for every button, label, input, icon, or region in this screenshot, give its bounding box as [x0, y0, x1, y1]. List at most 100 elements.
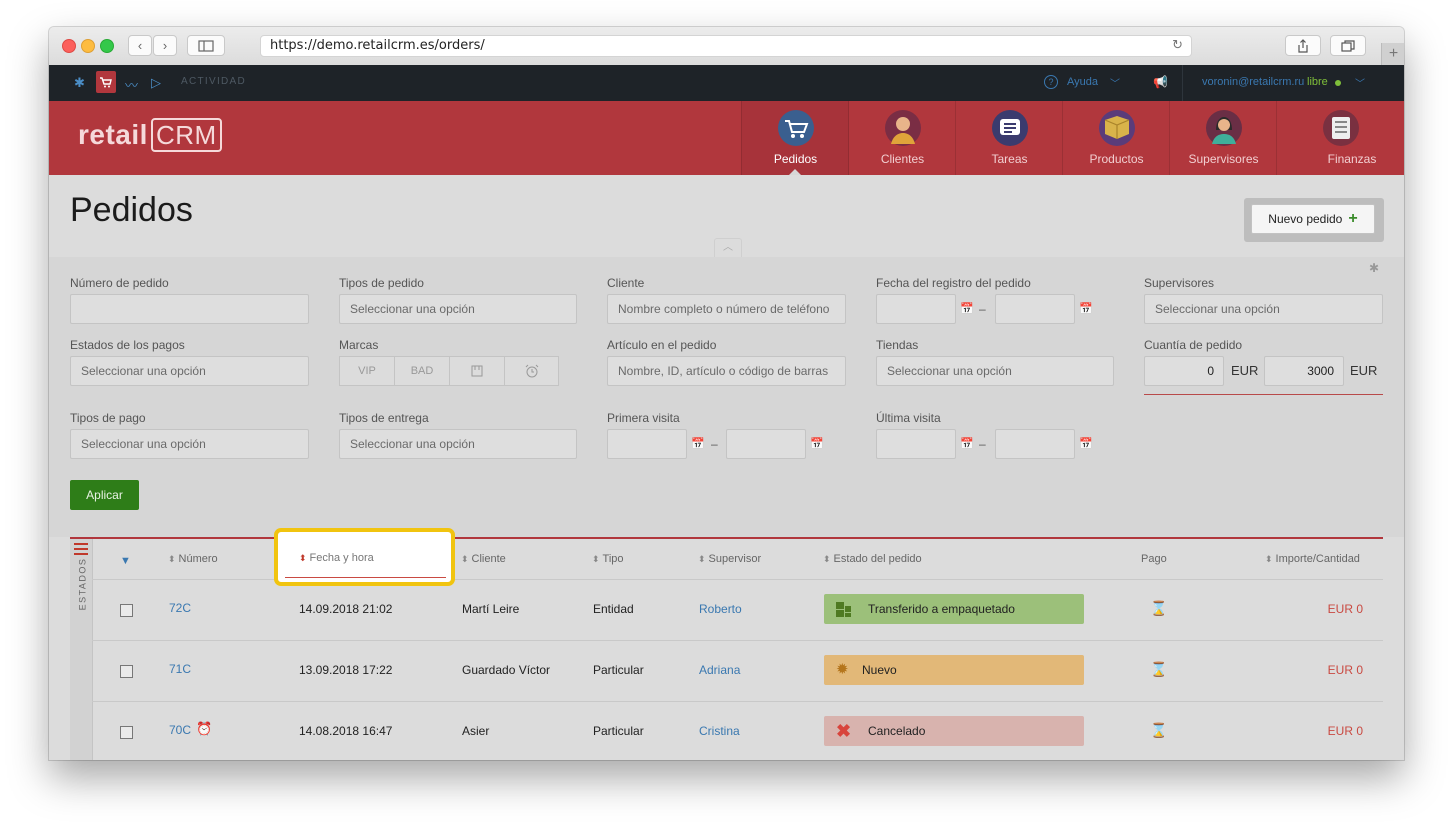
last-visit-from-input[interactable]: [876, 429, 956, 459]
date-range-dash: –: [979, 437, 986, 451]
status-badge[interactable]: ✖ Cancelado: [824, 716, 1084, 746]
reload-icon[interactable]: ↻: [1172, 36, 1183, 56]
payment-types-select[interactable]: Seleccionar una opción: [70, 429, 309, 459]
row-checkbox[interactable]: [120, 726, 133, 739]
table-row[interactable]: 71C 13.09.2018 17:22 Guardado Víctor Par…: [92, 640, 1383, 701]
order-number-link[interactable]: 71C: [169, 662, 191, 676]
forward-button[interactable]: ›: [153, 35, 177, 56]
settings-gear-icon[interactable]: ✱: [74, 75, 85, 91]
row-checkbox[interactable]: [120, 604, 133, 617]
col-payment[interactable]: Pago: [1141, 553, 1167, 565]
brand-book-toggle[interactable]: [449, 356, 505, 386]
nav-supervisores[interactable]: Supervisores: [1169, 101, 1277, 175]
order-amount: EUR 0: [1327, 663, 1363, 677]
estados-sidebar[interactable]: ESTADOS: [70, 539, 93, 760]
sidebar-toggle-button[interactable]: [187, 35, 225, 56]
order-supervisor[interactable]: Roberto: [699, 602, 742, 616]
nav-productos[interactable]: Productos: [1062, 101, 1170, 175]
order-number-link[interactable]: 70C: [169, 723, 191, 737]
last-visit-to-input[interactable]: [995, 429, 1075, 459]
apply-button[interactable]: Aplicar: [70, 480, 139, 510]
activity-label[interactable]: ACTIVIDAD: [181, 76, 246, 87]
highlighted-datetime-column-header[interactable]: ⬍ Fecha y hora: [274, 528, 455, 586]
analytics-chart-icon[interactable]: 〰: [125, 75, 138, 94]
retailcrm-logo[interactable]: retail CRM: [78, 118, 222, 152]
calendar-icon[interactable]: 📅: [810, 437, 824, 450]
calendar-icon[interactable]: 📅: [960, 437, 974, 450]
client-input[interactable]: Nombre completo o número de teléfono: [607, 294, 846, 324]
first-visit-to-input[interactable]: [726, 429, 806, 459]
brand-bad-toggle[interactable]: BAD: [394, 356, 450, 386]
orders-cart-tab[interactable]: [96, 71, 116, 93]
col-datetime[interactable]: ⬍ Fecha y hora: [299, 552, 374, 564]
payment-status-select[interactable]: Seleccionar una opción: [70, 356, 309, 386]
user-chevron-down-icon[interactable]: ﹀: [1355, 75, 1365, 90]
help-chevron-down-icon[interactable]: ﹀: [1110, 75, 1120, 90]
item-input[interactable]: Nombre, ID, artículo o código de barras: [607, 356, 846, 386]
announcements-megaphone-icon[interactable]: 📢: [1153, 75, 1168, 89]
amount-from-input[interactable]: 0: [1144, 356, 1224, 386]
nav-finanzas[interactable]: Finanzas: [1276, 101, 1404, 175]
activity-play-icon[interactable]: ▷: [151, 75, 161, 91]
status-badge[interactable]: Transferido a empaquetado: [824, 594, 1084, 624]
address-bar[interactable]: https://demo.retailcrm.es/orders/ ↻: [260, 35, 1192, 57]
order-number-link[interactable]: 72C: [169, 601, 191, 615]
status-text: Transferido a empaquetado: [868, 602, 1015, 616]
new-order-button[interactable]: Nuevo pedido +: [1251, 204, 1375, 234]
reg-date-to-input[interactable]: [995, 294, 1075, 324]
brand-vip-toggle[interactable]: VIP: [339, 356, 395, 386]
col-number[interactable]: ⬍ Número: [168, 553, 218, 565]
order-client[interactable]: Martí Leire: [462, 602, 519, 616]
hamburger-menu-icon[interactable]: [74, 543, 88, 558]
supervisors-select[interactable]: Seleccionar una opción: [1144, 294, 1383, 324]
order-supervisor[interactable]: Cristina: [699, 724, 740, 738]
table-row[interactable]: 72C 14.09.2018 21:02 Martí Leire Entidad…: [92, 579, 1383, 640]
calendar-icon[interactable]: 📅: [1079, 437, 1093, 450]
nav-tareas[interactable]: Tareas: [955, 101, 1063, 175]
brand-alarm-toggle[interactable]: [504, 356, 559, 386]
calendar-icon[interactable]: 📅: [1079, 302, 1093, 315]
order-number-label: Número de pedido: [70, 276, 169, 290]
col-status[interactable]: ⬍ Estado del pedido: [823, 553, 922, 565]
table-row[interactable]: 70C ⏰ 14.08.2018 16:47 Asier Particular …: [92, 701, 1383, 760]
collapse-filters-chevron-up-icon[interactable]: ︿: [714, 238, 742, 257]
back-button[interactable]: ‹: [128, 35, 152, 56]
col-amount[interactable]: ⬍ Importe/Cantidad: [1265, 553, 1360, 565]
nav-clientes[interactable]: Clientes: [848, 101, 956, 175]
first-visit-from-input[interactable]: [607, 429, 687, 459]
select-all-chevron-down-icon[interactable]: ▼: [120, 555, 131, 567]
help-icon[interactable]: ?: [1044, 75, 1058, 89]
share-button[interactable]: [1285, 35, 1321, 56]
delivery-types-select[interactable]: Seleccionar una opción: [339, 429, 577, 459]
calendar-icon[interactable]: 📅: [960, 302, 974, 315]
minimize-window-button[interactable]: [81, 39, 95, 53]
cart-icon: [777, 110, 814, 146]
order-types-select[interactable]: Seleccionar una opción: [339, 294, 577, 324]
filter-settings-gear-icon[interactable]: ✱: [1369, 261, 1379, 275]
col-supervisor[interactable]: ⬍ Supervisor: [698, 553, 761, 565]
col-type[interactable]: ⬍ Tipo: [592, 553, 624, 565]
status-badge[interactable]: ✹ Nuevo: [824, 655, 1084, 685]
payment-pending-hourglass-icon: ⌛: [1150, 600, 1168, 616]
nav-label: Supervisores: [1188, 152, 1259, 166]
reg-date-from-input[interactable]: [876, 294, 956, 324]
amount-to-input[interactable]: 3000: [1264, 356, 1344, 386]
order-number-input[interactable]: [70, 294, 309, 324]
tabs-overview-button[interactable]: [1330, 35, 1366, 56]
zoom-window-button[interactable]: [100, 39, 114, 53]
help-link[interactable]: Ayuda: [1067, 76, 1098, 88]
stores-select[interactable]: Seleccionar una opción: [876, 356, 1114, 386]
order-client[interactable]: Asier: [462, 724, 489, 738]
col-client[interactable]: ⬍ Cliente: [461, 553, 506, 565]
order-client[interactable]: Guardado Víctor: [462, 663, 550, 677]
calendar-icon[interactable]: 📅: [691, 437, 705, 450]
order-supervisor[interactable]: Adriana: [699, 663, 740, 677]
close-window-button[interactable]: [62, 39, 76, 53]
reminder-alarm-icon[interactable]: ⏰: [196, 721, 212, 737]
new-tab-button[interactable]: +: [1381, 43, 1404, 65]
nav-pedidos[interactable]: Pedidos: [741, 101, 849, 175]
new-order-label: Nuevo pedido: [1268, 212, 1343, 226]
user-email[interactable]: voronin@retailcrm.ru: [1202, 76, 1304, 88]
row-checkbox[interactable]: [120, 665, 133, 678]
nav-label: Finanzas: [1327, 152, 1377, 166]
